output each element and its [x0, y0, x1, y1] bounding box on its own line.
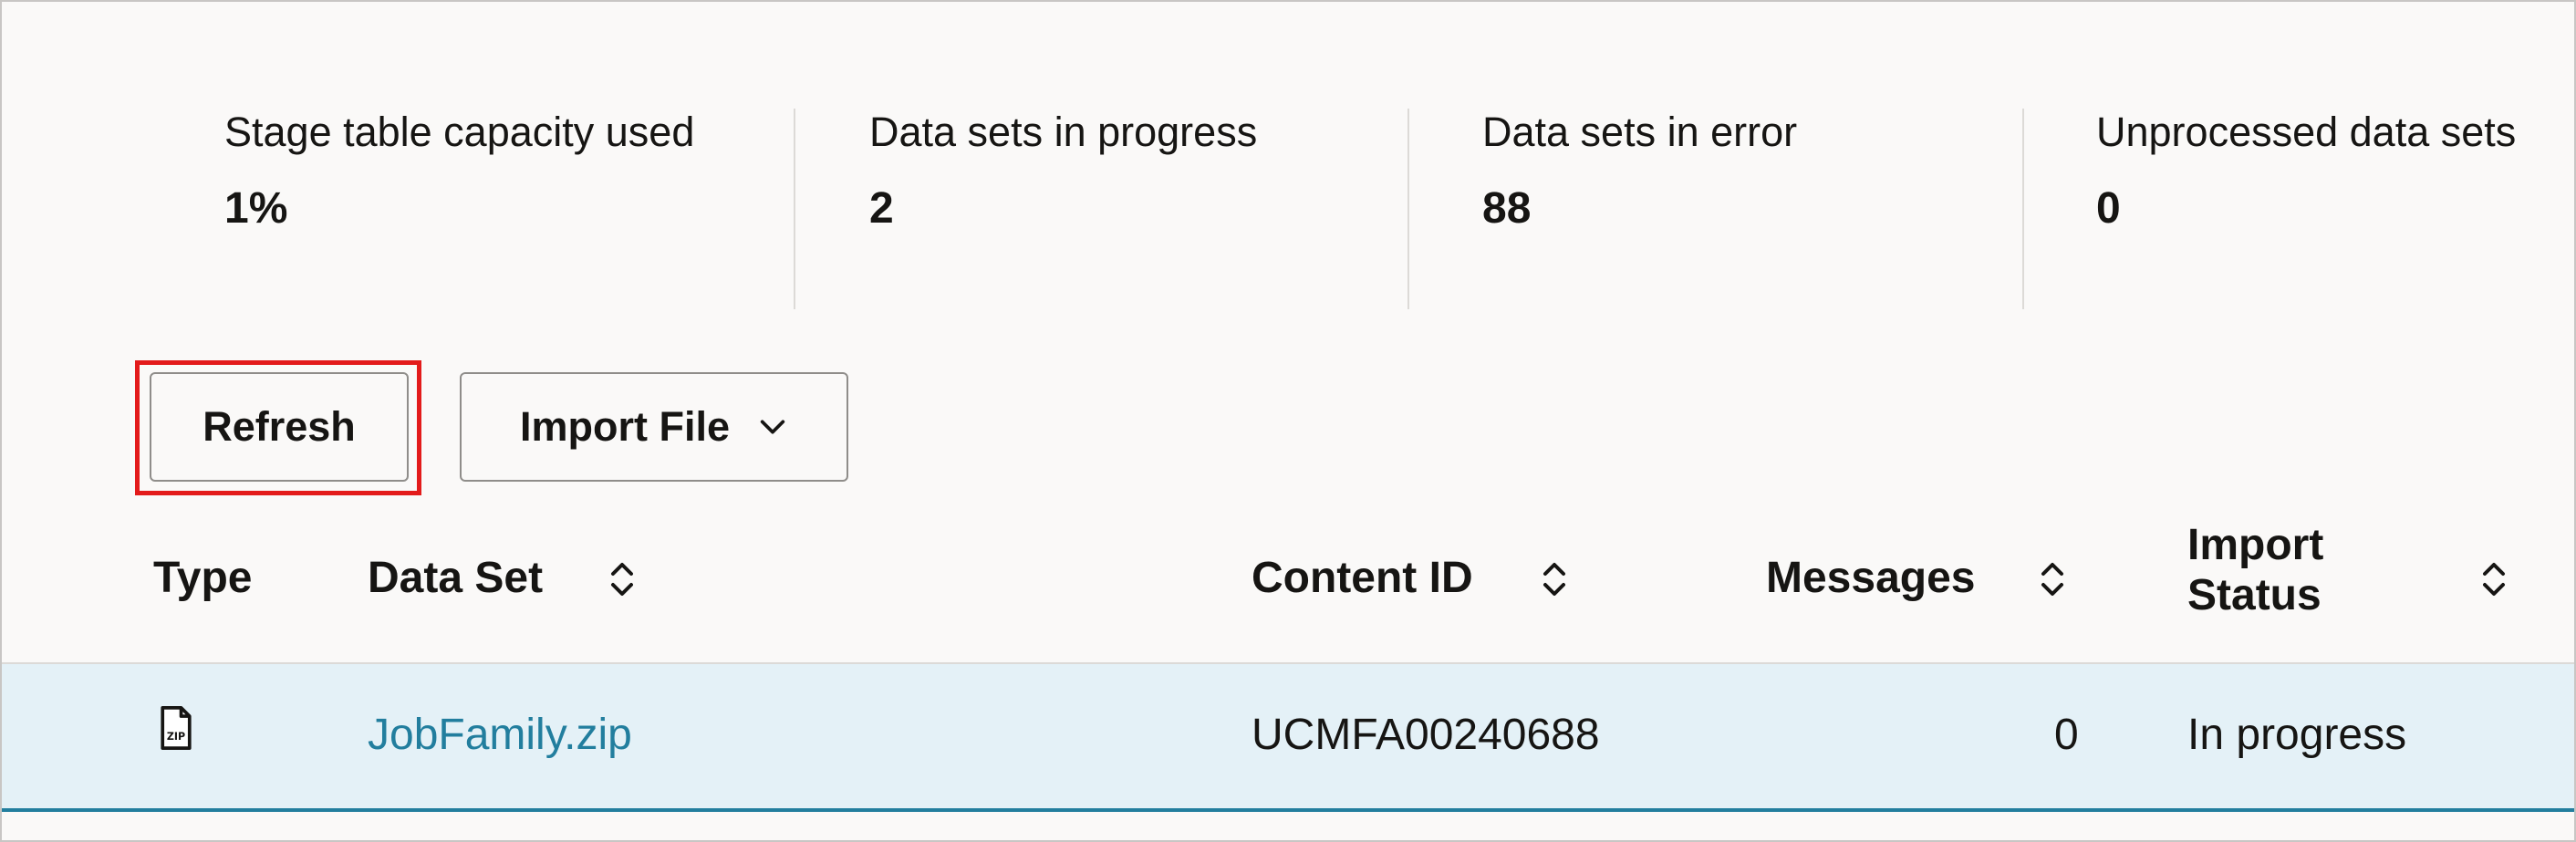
metric-value: 88	[1482, 184, 1532, 233]
row-focus-underline	[2, 808, 2574, 812]
metric-value: 1%	[224, 184, 288, 233]
import-file-button-label: Import File	[519, 403, 730, 450]
metric-value: 0	[2096, 184, 2121, 233]
divider	[1407, 109, 1409, 309]
import-status-cell: In progress	[2187, 711, 2407, 759]
sort-icon[interactable]	[609, 556, 635, 602]
sort-icon[interactable]	[2040, 556, 2065, 602]
metric-in-error: Data sets in error 88	[1482, 111, 1797, 231]
svg-text:ZIP: ZIP	[167, 731, 185, 743]
metric-label: Stage table capacity used	[224, 109, 695, 155]
divider	[794, 109, 795, 309]
metric-label: Unprocessed data sets	[2096, 109, 2517, 155]
col-header-content-id[interactable]: Content ID	[1252, 553, 1473, 603]
metric-stage-capacity: Stage table capacity used 1%	[224, 111, 694, 231]
col-header-import-status-line2: Status	[2187, 571, 2322, 620]
col-header-import-status[interactable]: Import Status	[2187, 520, 2323, 620]
sort-icon[interactable]	[1542, 556, 1567, 602]
import-file-button[interactable]: Import File	[460, 372, 848, 482]
metric-unprocessed: Unprocessed data sets 0	[2096, 111, 2516, 231]
metric-in-progress: Data sets in progress 2	[869, 111, 1257, 231]
sort-icon[interactable]	[2481, 556, 2507, 602]
content-id-cell: UCMFA00240688	[1252, 711, 1600, 759]
refresh-button[interactable]: Refresh	[150, 372, 409, 482]
messages-cell: 0	[2054, 711, 2079, 759]
zip-file-icon: ZIP	[161, 706, 192, 750]
import-page: Stage table capacity used 1% Data sets i…	[0, 0, 2576, 842]
col-header-messages[interactable]: Messages	[1766, 553, 1975, 603]
metric-label: Data sets in error	[1482, 109, 1798, 155]
metric-label: Data sets in progress	[869, 109, 1258, 155]
refresh-button-label: Refresh	[203, 403, 356, 450]
metric-value: 2	[869, 184, 894, 233]
divider	[2022, 109, 2024, 309]
data-set-link[interactable]: JobFamily.zip	[368, 711, 632, 760]
col-header-type: Type	[153, 554, 253, 602]
chevron-down-icon	[760, 420, 785, 434]
col-header-import-status-line1: Import	[2187, 521, 2324, 569]
col-header-data-set[interactable]: Data Set	[368, 553, 543, 603]
